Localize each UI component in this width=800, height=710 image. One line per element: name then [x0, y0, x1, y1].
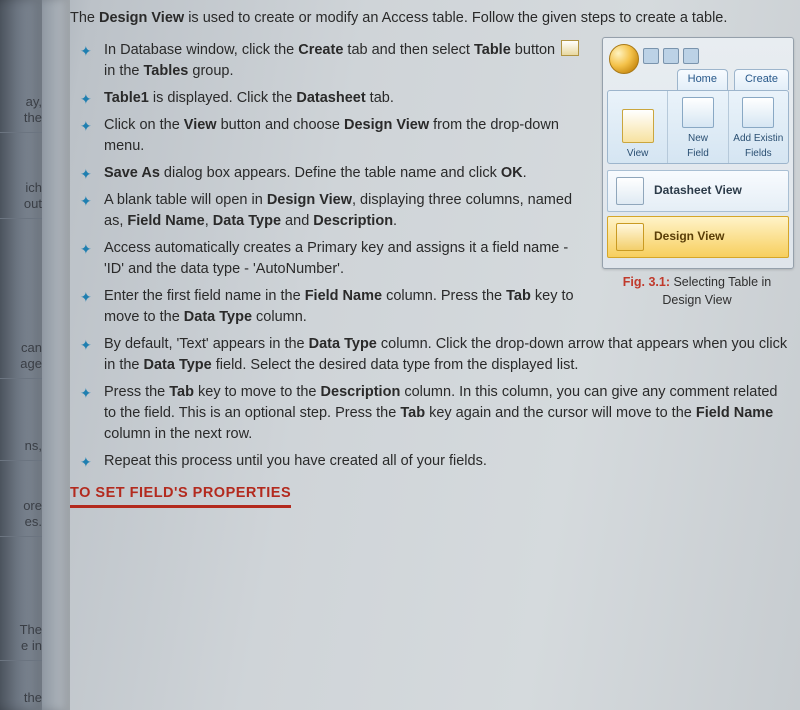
prev-fragment: the	[24, 690, 42, 706]
prev-fragment: ay,	[26, 94, 42, 110]
prev-fragment: age	[20, 356, 42, 372]
prev-divider	[0, 378, 42, 379]
section-header-set-field-properties: TO SET FIELD'S PROPERTIES	[70, 483, 291, 508]
prev-fragment: es.	[25, 514, 42, 530]
prev-fragment: the	[24, 110, 42, 126]
steps-list: In Database window, click the Create tab…	[70, 37, 792, 475]
step-item: Table1 is displayed. Click the Datasheet…	[70, 85, 792, 112]
prev-divider	[0, 660, 42, 661]
prev-fragment: ich	[25, 180, 42, 196]
previous-page-sliver: ay, the ich out can age ns, ore es. The …	[0, 0, 46, 710]
prev-fragment: ore	[23, 498, 42, 514]
prev-fragment: The	[20, 622, 42, 638]
page-content: The Design View is used to create or mod…	[70, 8, 792, 710]
step-item: A blank table will open in Design View, …	[70, 187, 792, 235]
prev-divider	[0, 218, 42, 219]
prev-divider	[0, 132, 42, 133]
step-item: Press the Tab key to move to the Descrip…	[70, 379, 792, 448]
prev-divider	[0, 536, 42, 537]
step-item: By default, 'Text' appears in the Data T…	[70, 331, 792, 379]
prev-fragment: out	[24, 196, 42, 212]
prev-fragment: ns,	[25, 438, 42, 454]
step-item: Access automatically creates a Primary k…	[70, 235, 792, 283]
prev-fragment: can	[21, 340, 42, 356]
intro-paragraph: The Design View is used to create or mod…	[70, 8, 792, 29]
prev-divider	[0, 460, 42, 461]
step-item: Click on the View button and choose Desi…	[70, 112, 792, 160]
prev-fragment: e in	[21, 638, 42, 654]
step-item: Save As dialog box appears. Define the t…	[70, 160, 792, 187]
page-gutter	[42, 0, 70, 710]
step-item: Enter the first field name in the Field …	[70, 283, 792, 331]
step-item: Repeat this process until you have creat…	[70, 448, 792, 475]
step-item: In Database window, click the Create tab…	[70, 37, 792, 85]
